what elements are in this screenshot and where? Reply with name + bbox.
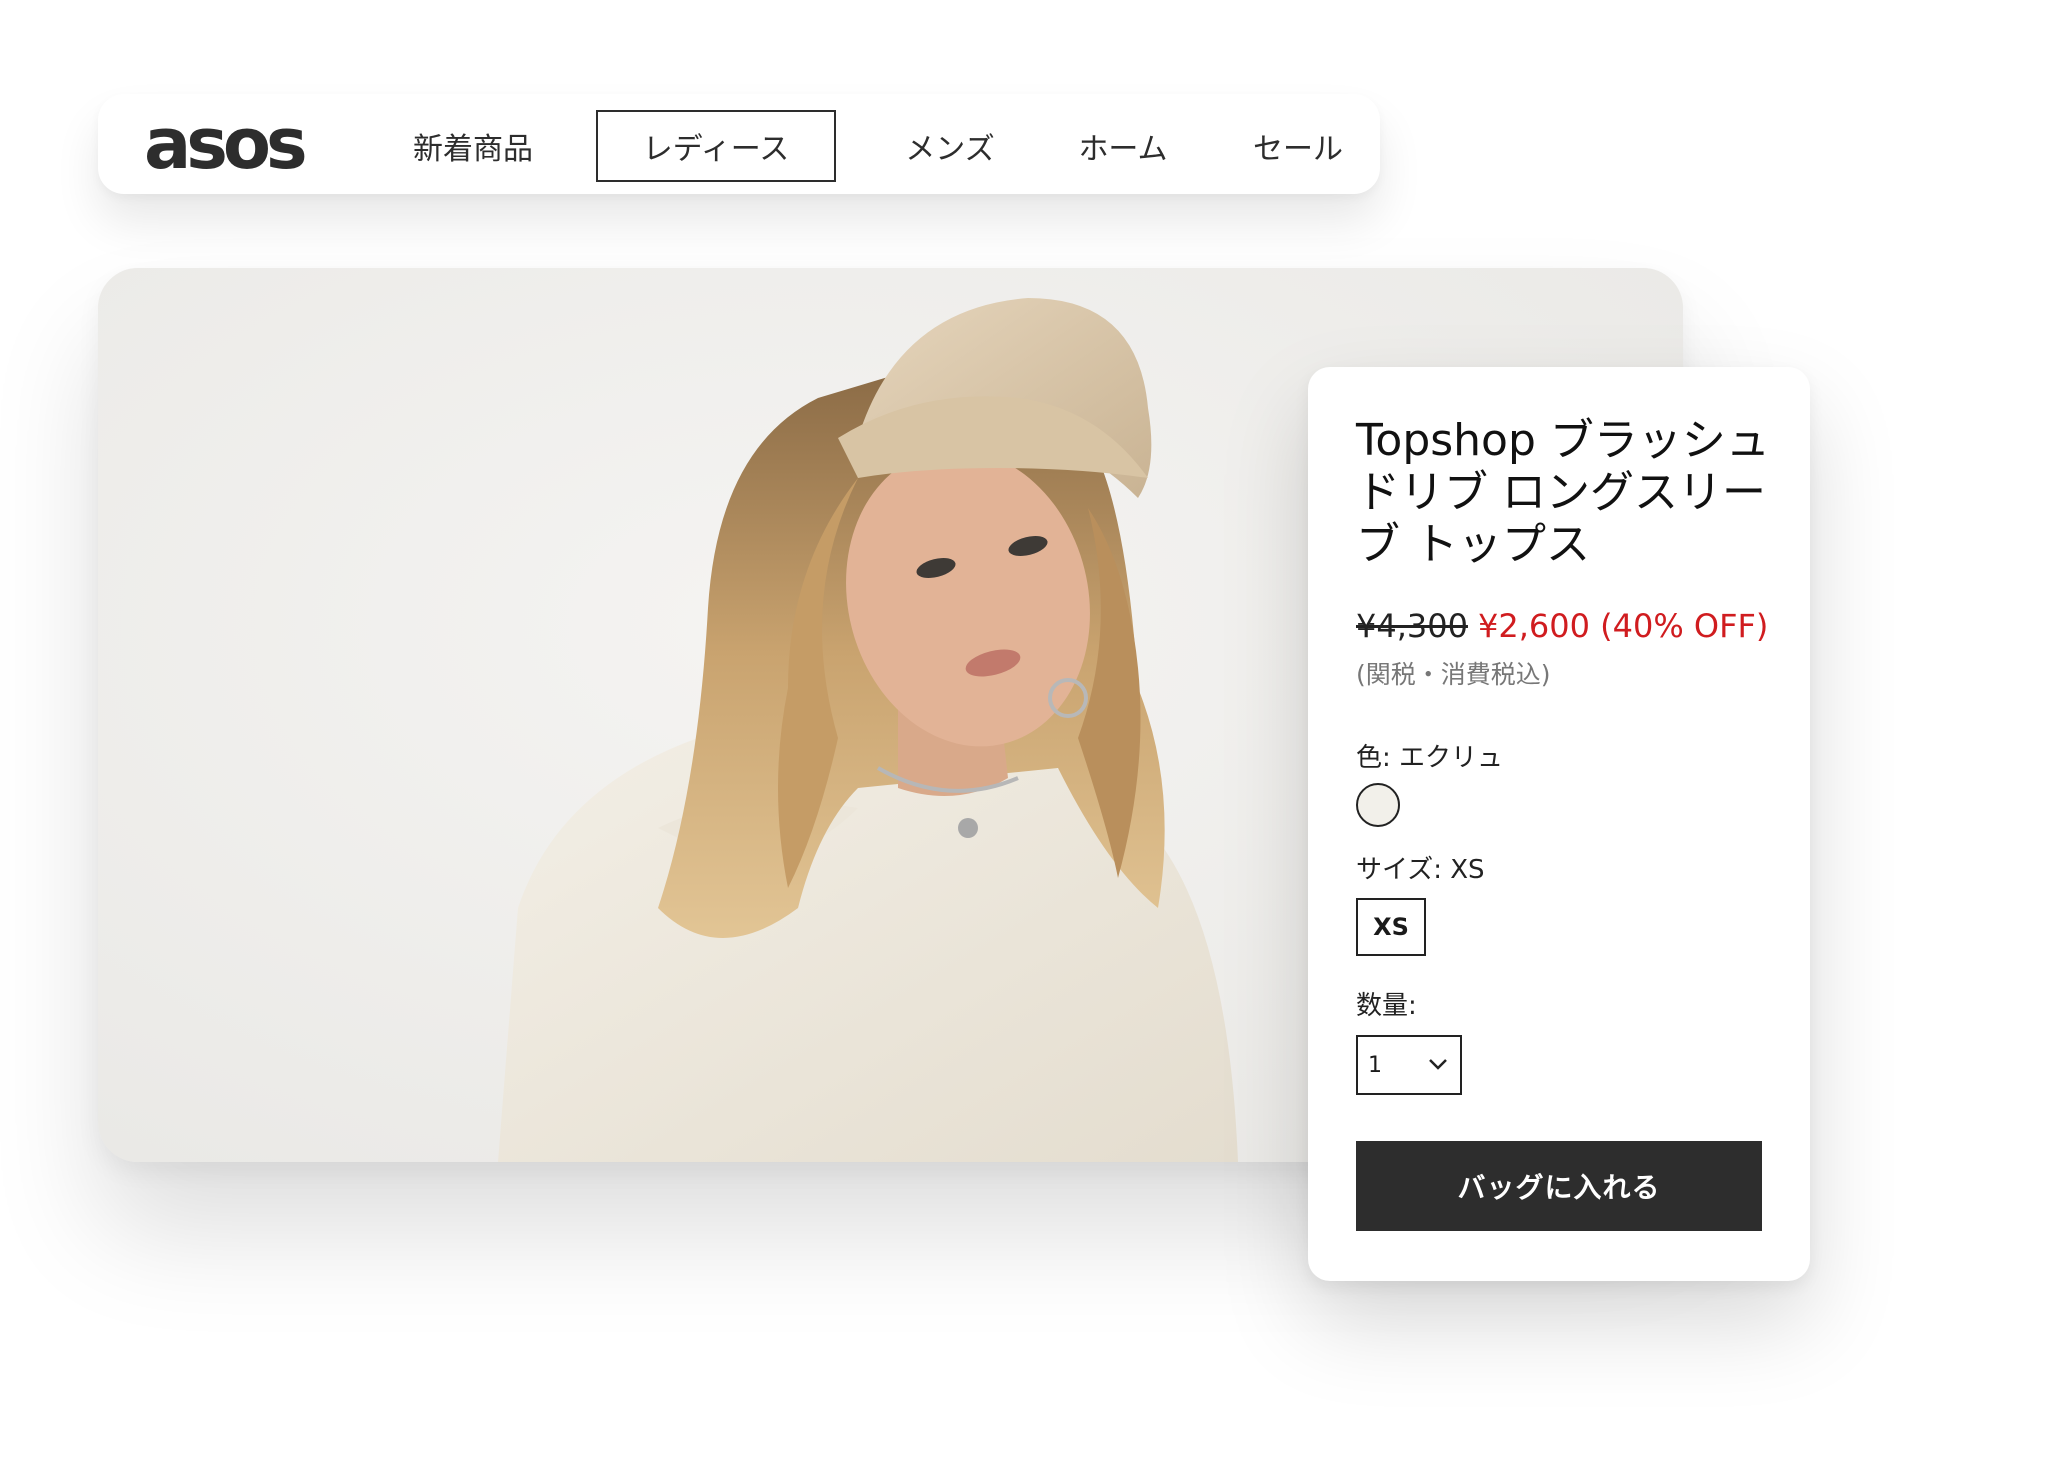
product-title: Topshop ブラッシュドリブ ロングスリーブ トップス [1356, 415, 1770, 570]
nav-item-home[interactable]: ホーム [1053, 110, 1193, 182]
color-swatch-ecru[interactable] [1356, 783, 1400, 827]
size-label: サイズ: XS [1356, 855, 1485, 885]
quantity-label: 数量: [1356, 991, 1417, 1021]
nav-item-mens[interactable]: メンズ [880, 110, 1020, 182]
product-detail-panel: Topshop ブラッシュドリブ ロングスリーブ トップス ¥4,300 ¥2,6… [1308, 367, 1810, 1281]
add-to-bag-button[interactable]: バッグに入れる [1356, 1141, 1762, 1231]
tax-note: (関税・消費税込) [1356, 660, 1551, 689]
chevron-down-icon [1429, 1059, 1447, 1070]
color-label: 色: エクリュ [1356, 743, 1504, 773]
asos-logo[interactable]: asos [144, 108, 308, 180]
nav-item-sale[interactable]: セール [1228, 110, 1368, 182]
quantity-select[interactable]: 1 [1356, 1035, 1462, 1095]
nav-item-new-arrivals[interactable]: 新着商品 [398, 110, 548, 182]
size-option-xs[interactable]: XS [1356, 898, 1426, 956]
quantity-value: 1 [1368, 1052, 1382, 1078]
sale-price: ¥2,600 (40% OFF) [1477, 607, 1769, 645]
original-price: ¥4,300 [1356, 607, 1468, 645]
nav-item-ladies[interactable]: レディース [596, 110, 836, 182]
price-row: ¥4,300 ¥2,600 (40% OFF) [1356, 607, 1768, 645]
top-nav-bar: asos 新着商品 レディース メンズ ホーム セール [98, 94, 1380, 194]
